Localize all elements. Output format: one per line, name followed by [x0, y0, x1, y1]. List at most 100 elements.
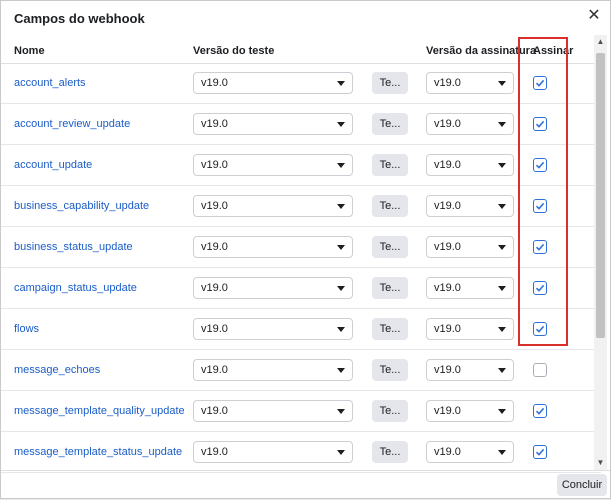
field-name-link[interactable]: business_status_update — [14, 241, 133, 253]
dropdown-caret-icon — [337, 122, 345, 127]
test-version-value: v19.0 — [201, 241, 228, 253]
scrollbar-thumb[interactable] — [596, 53, 605, 338]
test-version-select[interactable]: v19.0 — [193, 359, 353, 381]
scrollbar[interactable]: ▲ ▼ — [594, 35, 607, 470]
dropdown-caret-icon — [337, 368, 345, 373]
test-version-select[interactable]: v19.0 — [193, 113, 353, 135]
test-button[interactable]: Te... — [372, 400, 408, 422]
subscribe-checkbox[interactable] — [533, 404, 547, 418]
test-button[interactable]: Te... — [372, 195, 408, 217]
subscribe-checkbox[interactable] — [533, 363, 547, 377]
test-button[interactable]: Te... — [372, 154, 408, 176]
dropdown-caret-icon — [498, 122, 506, 127]
table-header: Nome Versão do teste Versão da assinatur… — [1, 35, 601, 64]
test-button[interactable]: Te... — [372, 277, 408, 299]
subscribe-checkbox[interactable] — [533, 322, 547, 336]
checkmark-icon — [535, 202, 545, 210]
dropdown-caret-icon — [337, 81, 345, 86]
signature-version-select[interactable]: v19.0 — [426, 441, 514, 463]
table-row: account_alerts v19.0 Te... v19.0 — [1, 63, 601, 104]
signature-version-select[interactable]: v19.0 — [426, 113, 514, 135]
signature-version-select[interactable]: v19.0 — [426, 195, 514, 217]
test-version-select[interactable]: v19.0 — [193, 400, 353, 422]
subscribe-checkbox[interactable] — [533, 76, 547, 90]
test-version-value: v19.0 — [201, 200, 228, 212]
test-button[interactable]: Te... — [372, 441, 408, 463]
field-name-link[interactable]: business_capability_update — [14, 200, 149, 212]
signature-version-value: v19.0 — [434, 405, 461, 417]
test-button[interactable]: Te... — [372, 72, 408, 94]
test-version-value: v19.0 — [201, 159, 228, 171]
table-row: message_template_status_update v19.0 Te...… — [1, 432, 601, 473]
test-version-value: v19.0 — [201, 77, 228, 89]
signature-version-value: v19.0 — [434, 323, 461, 335]
signature-version-select[interactable]: v19.0 — [426, 236, 514, 258]
field-name-link[interactable]: account_review_update — [14, 118, 130, 130]
dropdown-caret-icon — [337, 163, 345, 168]
field-name-link[interactable]: account_alerts — [14, 77, 86, 89]
dropdown-caret-icon — [498, 81, 506, 86]
test-version-value: v19.0 — [201, 405, 228, 417]
subscribe-checkbox[interactable] — [533, 445, 547, 459]
test-version-select[interactable]: v19.0 — [193, 277, 353, 299]
field-name-link[interactable]: account_update — [14, 159, 92, 171]
column-header-signature-version: Versão da assinatura — [426, 45, 537, 57]
test-version-select[interactable]: v19.0 — [193, 318, 353, 340]
field-name-link[interactable]: message_echoes — [14, 364, 100, 376]
test-version-value: v19.0 — [201, 364, 228, 376]
checkmark-icon — [535, 325, 545, 333]
signature-version-select[interactable]: v19.0 — [426, 400, 514, 422]
test-version-select[interactable]: v19.0 — [193, 236, 353, 258]
subscribe-checkbox[interactable] — [533, 240, 547, 254]
test-version-value: v19.0 — [201, 118, 228, 130]
dropdown-caret-icon — [337, 450, 345, 455]
checkmark-icon — [535, 161, 545, 169]
signature-version-select[interactable]: v19.0 — [426, 277, 514, 299]
close-icon[interactable]: ✕ — [586, 8, 602, 24]
test-version-select[interactable]: v19.0 — [193, 441, 353, 463]
field-name-link[interactable]: campaign_status_update — [14, 282, 137, 294]
column-header-subscribe: Assinar — [533, 45, 574, 57]
test-button[interactable]: Te... — [372, 318, 408, 340]
scroll-down-icon[interactable]: ▼ — [596, 459, 605, 467]
test-button[interactable]: Te... — [372, 359, 408, 381]
dropdown-caret-icon — [498, 327, 506, 332]
subscribe-checkbox[interactable] — [533, 158, 547, 172]
signature-version-value: v19.0 — [434, 200, 461, 212]
field-name-link[interactable]: message_template_status_update — [14, 446, 182, 458]
field-name-link[interactable]: flows — [14, 323, 39, 335]
test-button[interactable]: Te... — [372, 113, 408, 135]
subscribe-checkbox[interactable] — [533, 199, 547, 213]
signature-version-select[interactable]: v19.0 — [426, 318, 514, 340]
done-button[interactable]: Concluir — [557, 474, 607, 496]
test-version-select[interactable]: v19.0 — [193, 195, 353, 217]
dropdown-caret-icon — [337, 327, 345, 332]
table-row: account_update v19.0 Te... v19.0 — [1, 145, 601, 186]
subscribe-checkbox[interactable] — [533, 117, 547, 131]
field-name-link[interactable]: message_template_quality_update — [14, 405, 185, 417]
column-header-name: Nome — [14, 45, 45, 57]
signature-version-select[interactable]: v19.0 — [426, 359, 514, 381]
scroll-up-icon[interactable]: ▲ — [596, 38, 605, 46]
test-button[interactable]: Te... — [372, 236, 408, 258]
checkmark-icon — [535, 79, 545, 87]
subscribe-checkbox[interactable] — [533, 281, 547, 295]
checkmark-icon — [535, 284, 545, 292]
dropdown-caret-icon — [337, 286, 345, 291]
signature-version-value: v19.0 — [434, 159, 461, 171]
test-version-select[interactable]: v19.0 — [193, 72, 353, 94]
dropdown-caret-icon — [498, 245, 506, 250]
webhook-fields-dialog: Campos do webhook ✕ Nome Versão do teste… — [0, 0, 611, 499]
table-row: message_echoes v19.0 Te... v19.0 — [1, 350, 601, 391]
signature-version-select[interactable]: v19.0 — [426, 154, 514, 176]
checkmark-icon — [535, 243, 545, 251]
table-row: message_template_quality_update v19.0 Te..… — [1, 391, 601, 432]
signature-version-value: v19.0 — [434, 118, 461, 130]
dropdown-caret-icon — [337, 204, 345, 209]
column-header-test-version: Versão do teste — [193, 45, 275, 57]
signature-version-select[interactable]: v19.0 — [426, 72, 514, 94]
signature-version-value: v19.0 — [434, 77, 461, 89]
dropdown-caret-icon — [498, 204, 506, 209]
checkmark-icon — [535, 448, 545, 456]
test-version-select[interactable]: v19.0 — [193, 154, 353, 176]
